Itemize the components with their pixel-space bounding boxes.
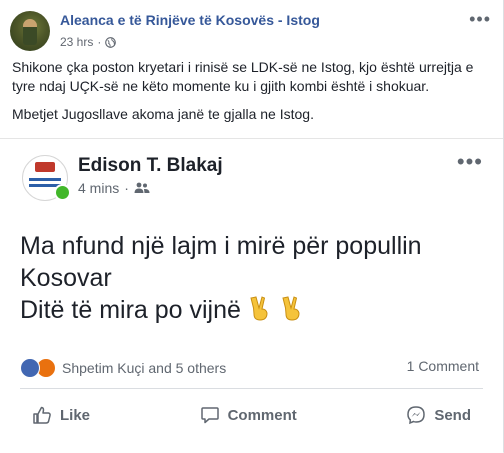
post-card: Aleanca e të Rinjëve të Kosovës - Istog … <box>0 0 504 453</box>
victory-hand-icon <box>282 296 300 321</box>
send-button: Send <box>394 399 483 431</box>
comment-button: Comment <box>188 399 309 431</box>
globe-icon <box>105 36 117 48</box>
reactions-summary: Shpetim Kuçi and 5 others <box>20 358 226 378</box>
action-bar: Like Comment Send <box>20 399 483 431</box>
shared-timestamp: 4 mins <box>78 180 120 196</box>
like-label: Like <box>60 406 91 424</box>
shared-text-line: Ma nfund një lajm i mirë për popullin Ko… <box>20 232 422 292</box>
page-avatar[interactable] <box>10 11 50 51</box>
like-button: Like <box>20 399 102 431</box>
post-caption: Shikone çka poston kryetari i rinisë se … <box>12 58 492 133</box>
comments-count: 1 Comment <box>406 358 479 374</box>
shared-post-text: Ma nfund një lajm i mirë për popullin Ko… <box>20 230 490 326</box>
shared-text-line-2: Ditë të mira po vijnë <box>20 294 490 326</box>
shared-more-icon: ••• <box>456 149 483 174</box>
friends-icon <box>134 182 150 193</box>
caption-line: Shikone çka poston kryetari i rinisë se … <box>12 59 474 94</box>
action-divider <box>20 388 483 389</box>
send-label: Send <box>434 406 471 424</box>
post-timestamp[interactable]: 23 hrs <box>60 35 93 49</box>
messenger-icon <box>407 406 426 425</box>
comment-icon <box>200 407 219 424</box>
like-reaction-icon <box>20 358 40 378</box>
comment-label: Comment <box>227 406 297 424</box>
victory-hand-icon <box>250 296 268 321</box>
thumbs-up-icon <box>33 406 51 424</box>
reactions-text: Shpetim Kuçi and 5 others <box>62 360 227 376</box>
shared-screenshot[interactable]: Edison T. Blakaj 4 mins · ••• Ma nfund n… <box>0 138 503 453</box>
shared-meta: 4 mins · <box>78 180 150 196</box>
author-name: Edison T. Blakaj <box>78 155 223 176</box>
online-status-icon <box>54 184 71 201</box>
more-options-icon[interactable]: ••• <box>469 10 491 28</box>
post-meta: 23 hrs · <box>60 35 117 49</box>
page-name-link[interactable]: Aleanca e të Rinjëve të Kosovës - Istog <box>60 12 320 28</box>
caption-line: Mbetjet Jugosllave akoma janë te gjalla … <box>12 106 314 122</box>
